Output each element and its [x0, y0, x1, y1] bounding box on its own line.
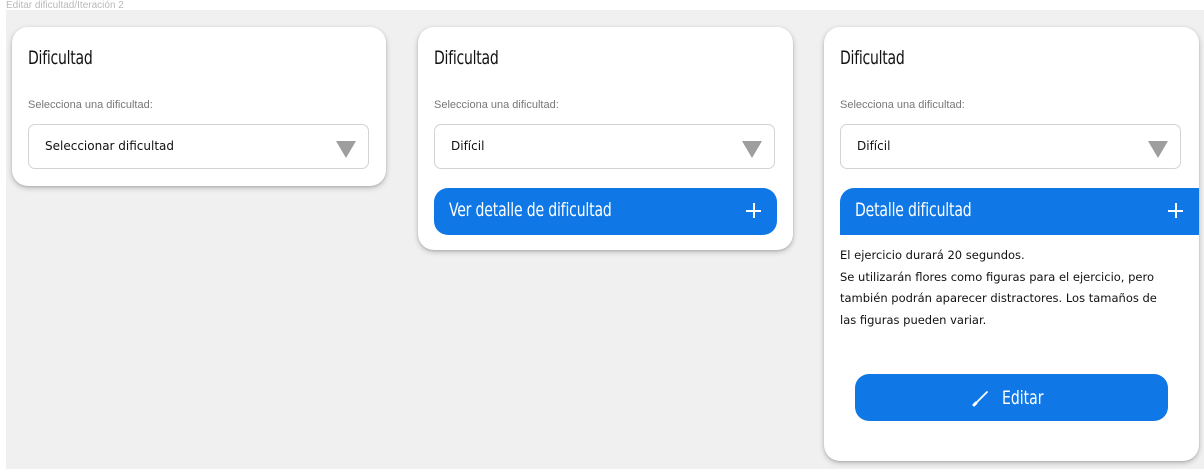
detail-title: Detalle dificultad [855, 199, 972, 221]
view-difficulty-detail-button[interactable]: Ver detalle de dificultad [434, 188, 777, 235]
card-title: Dificultad [28, 47, 93, 69]
difficulty-select[interactable]: Difícil [434, 124, 775, 169]
difficulty-select[interactable]: Seleccionar dificultad [28, 124, 369, 169]
pencil-icon [972, 390, 989, 406]
detail-line: El ejercicio durará 20 segundos. [840, 248, 1025, 262]
plus-icon[interactable] [1168, 203, 1183, 218]
edit-label: Editar [1002, 386, 1044, 409]
select-label: Selecciona una dificultad: [434, 99, 559, 111]
triangle-down-icon [336, 141, 356, 158]
difficulty-card-selected: Dificultad Selecciona una dificultad: Di… [418, 27, 793, 250]
plus-icon [746, 203, 761, 218]
card-title: Dificultad [434, 47, 499, 69]
card-title: Dificultad [840, 47, 905, 69]
select-value: Seleccionar dificultad [45, 139, 175, 153]
select-value: Difícil [857, 139, 891, 153]
select-label: Selecciona una dificultad: [28, 99, 153, 111]
difficulty-card-empty: Dificultad Selecciona una dificultad: Se… [12, 27, 386, 186]
button-label: Ver detalle de dificultad [449, 199, 612, 221]
triangle-down-icon [1148, 141, 1168, 158]
edit-button[interactable]: Editar [855, 374, 1168, 421]
breadcrumb: Editar dificultad/Iteración 2 [6, 0, 124, 11]
select-label: Selecciona una dificultad: [840, 99, 965, 111]
difficulty-select[interactable]: Difícil [840, 124, 1181, 169]
detail-line: Se utilizarán flores como figuras para e… [840, 269, 1157, 327]
difficulty-card-detail: Dificultad Selecciona una dificultad: Di… [824, 27, 1199, 461]
select-value: Difícil [451, 139, 485, 153]
difficulty-detail-header[interactable]: Detalle dificultad [840, 188, 1199, 235]
difficulty-detail-text: El ejercicio durará 20 segundos. Se util… [840, 245, 1170, 331]
triangle-down-icon [742, 141, 762, 158]
